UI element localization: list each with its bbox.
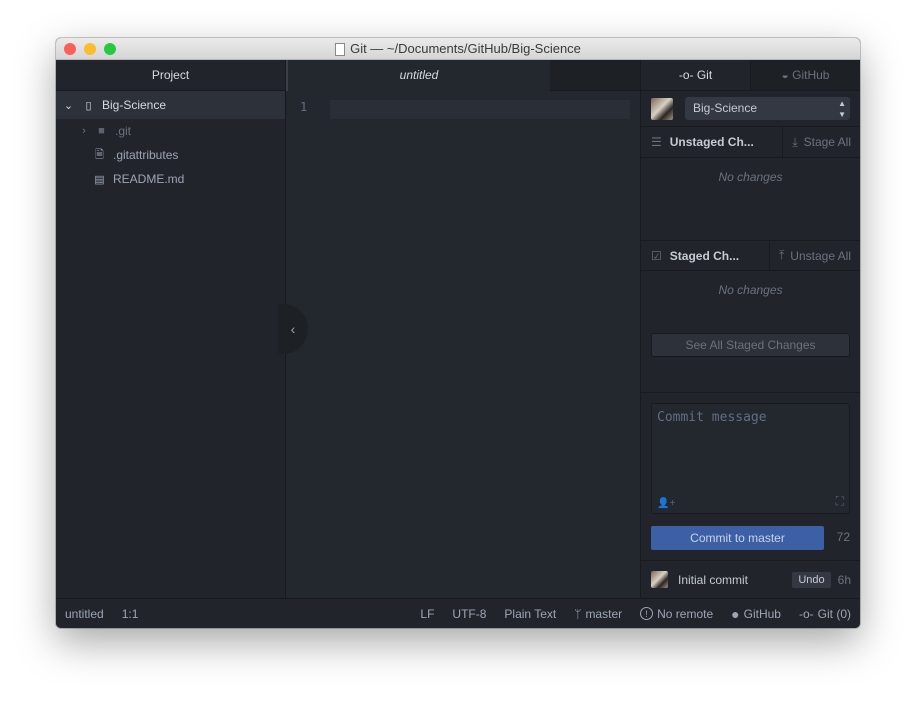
file-text-icon: 🗎: [95, 148, 104, 161]
commit-button[interactable]: Commit to master: [651, 526, 824, 550]
unstaged-title: Unstaged Ch...: [669, 135, 754, 149]
zoom-button[interactable]: [104, 43, 116, 55]
remote-label: No remote: [657, 606, 714, 621]
download-icon: ⤓: [792, 134, 798, 149]
file-icon: [335, 42, 346, 56]
repo-icon: ▯: [85, 99, 92, 112]
repo-name: Big-Science: [693, 101, 758, 115]
tree-item-git[interactable]: › ■ .git: [56, 119, 285, 143]
tree-root-label: Big-Science: [102, 98, 167, 112]
tree-item-label: .gitattributes: [113, 148, 179, 162]
tab-github[interactable]: ◒ GitHub: [750, 60, 860, 90]
git-branch-icon: ᛘ: [574, 606, 582, 621]
window-title: Git — ~/Documents/GitHub/Big-Science: [350, 41, 581, 56]
chevron-right-icon: ›: [82, 125, 86, 137]
commit-message: Initial commit: [678, 572, 749, 587]
status-line-ending[interactable]: LF: [420, 607, 434, 621]
unstage-all-label: Unstage All: [790, 248, 851, 263]
close-button[interactable]: [64, 43, 76, 55]
tab-label: Git: [696, 68, 713, 82]
status-github[interactable]: ● GitHub: [731, 606, 781, 622]
tree-item-label: README.md: [113, 172, 185, 186]
commit-placeholder: Commit message: [657, 410, 767, 425]
github-icon: ●: [731, 605, 740, 622]
tab-label: GitHub: [792, 68, 830, 82]
status-git[interactable]: -o- Git (0): [799, 607, 851, 621]
upload-icon: ⤒: [778, 248, 785, 262]
commit-message-input[interactable]: Commit message 👤+ ⛶: [651, 403, 850, 514]
undo-button[interactable]: Undo: [792, 571, 831, 588]
select-arrows-icon: ▲ ▼: [838, 99, 846, 119]
unstage-all-button[interactable]: ⤒ Unstage All: [768, 241, 860, 270]
commit-age: 6h: [837, 572, 851, 587]
status-grammar[interactable]: Plain Text: [504, 607, 556, 621]
status-cursor[interactable]: 1:1: [122, 607, 139, 621]
editor-tabs: untitled: [286, 60, 640, 91]
line-number: 1: [300, 100, 308, 114]
title-bar: Git — ~/Documents/GitHub/Big-Science: [56, 38, 860, 60]
octoface-icon: ◒: [781, 68, 793, 82]
tree-item-label: .git: [115, 124, 132, 138]
staged-title: Staged Ch...: [669, 248, 740, 263]
avatar: [651, 571, 668, 588]
tab-project[interactable]: Project: [56, 60, 285, 91]
chevron-left-icon: ‹: [290, 321, 296, 337]
tab-git[interactable]: -o- Git: [641, 60, 750, 90]
add-coauthor-icon[interactable]: 👤+: [657, 498, 675, 509]
staged-empty: No changes: [718, 283, 783, 297]
folder-icon: ■: [98, 125, 105, 137]
status-encoding[interactable]: UTF-8: [452, 607, 486, 621]
git-panel: -o- Git ◒ GitHub Big-Science ▲ ▼ ☰ Unstaged…: [640, 60, 860, 598]
status-branch[interactable]: ᛘ master: [574, 607, 622, 621]
char-count: 72: [836, 530, 850, 544]
alert-icon: !: [640, 607, 654, 620]
cursor-line[interactable]: [330, 100, 630, 119]
status-file[interactable]: untitled: [65, 607, 104, 621]
list-icon: ☰: [651, 135, 662, 149]
commit-icon: -o-: [678, 68, 697, 82]
expand-icon[interactable]: ⛶: [836, 494, 844, 509]
see-all-staged-button[interactable]: See All Staged Changes: [651, 333, 850, 357]
atom-window: Git — ~/Documents/GitHub/Big-Science Pro…: [56, 38, 860, 628]
editor-pane[interactable]: untitled 1: [286, 60, 640, 598]
github-label: GitHub: [743, 606, 781, 621]
unstaged-empty: No changes: [718, 170, 783, 184]
status-remote[interactable]: ! No remote: [640, 607, 713, 621]
tree-item-readme[interactable]: ▤ README.md: [56, 167, 285, 191]
recent-commit[interactable]: Initial commit Undo 6h: [641, 560, 860, 598]
avatar: [651, 97, 673, 120]
repo-select[interactable]: Big-Science ▲ ▼: [685, 97, 850, 120]
commit-icon: -o-: [798, 606, 814, 621]
minimize-button[interactable]: [84, 43, 96, 55]
branch-label: master: [585, 606, 623, 621]
checklist-icon: ☑: [651, 248, 662, 263]
tree-root[interactable]: ⌄ ▯ Big-Science: [56, 91, 285, 119]
git-label: Git (0): [817, 606, 851, 621]
stage-all-button[interactable]: ⤓ Stage All: [782, 127, 860, 157]
project-tree: Project ⌄ ▯ Big-Science › ■ .git 🗎 .gita…: [56, 60, 286, 598]
tab-untitled[interactable]: untitled: [286, 60, 550, 91]
book-icon: ▤: [94, 173, 105, 186]
status-bar: untitled 1:1 LF UTF-8 Plain Text ᛘ master…: [56, 598, 860, 628]
tree-item-gitattributes[interactable]: 🗎 .gitattributes: [56, 143, 285, 167]
stage-all-label: Stage All: [803, 135, 851, 149]
chevron-down-icon: ⌄: [63, 99, 74, 112]
